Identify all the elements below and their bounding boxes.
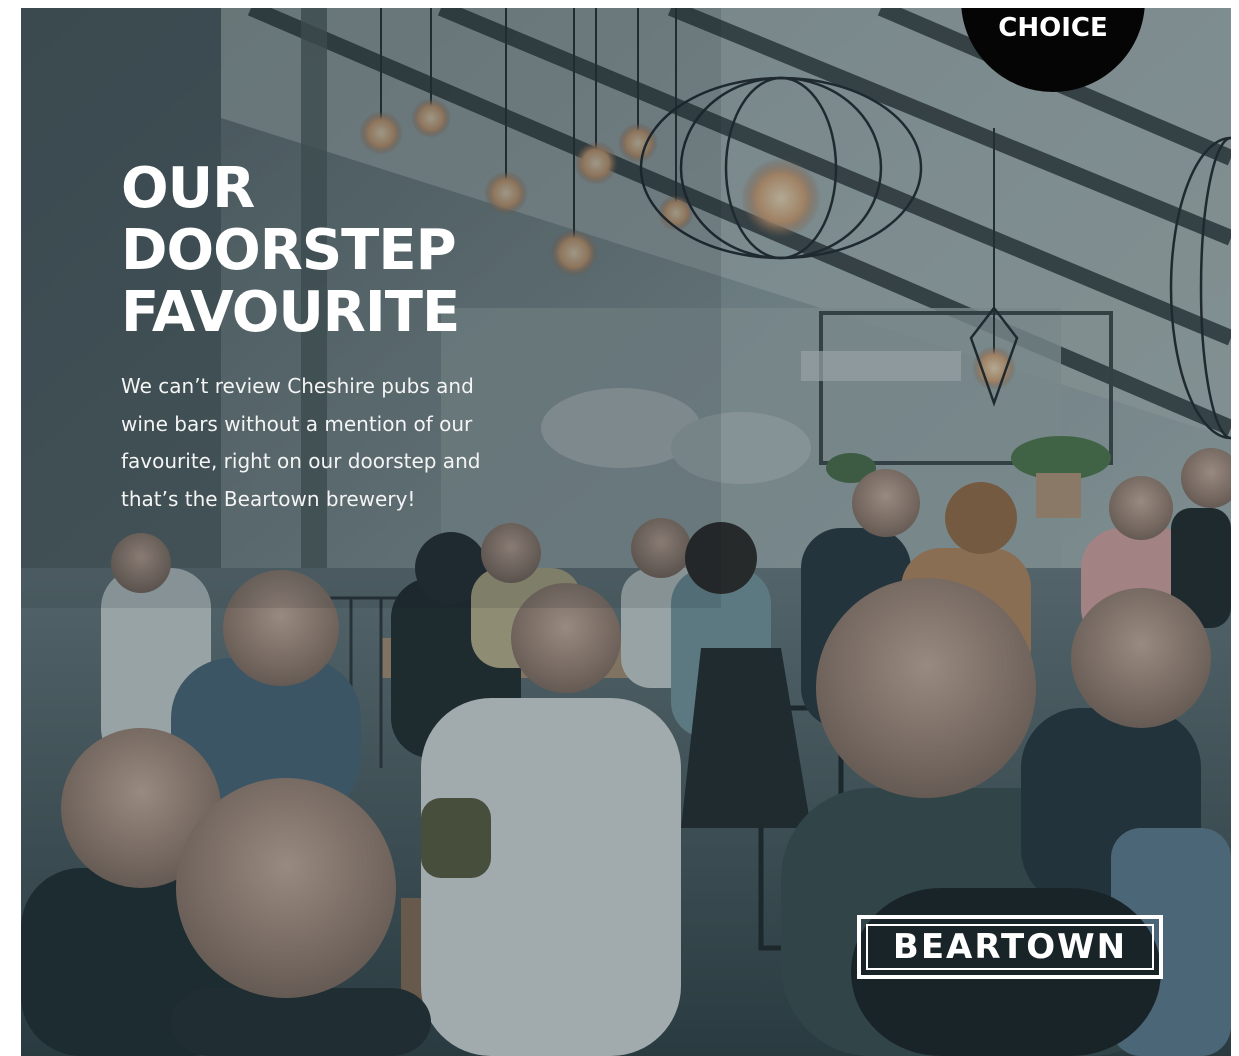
page: CHOICE OUR DOORSTEP FAVOURITE We can’t r…	[0, 0, 1239, 1056]
intro-line: that’s the Beartown brewery!	[121, 486, 416, 511]
logo-text: BEARTOWN	[892, 927, 1128, 967]
headline-line: FAVOURITE	[121, 280, 460, 345]
badge-label: CHOICE	[998, 13, 1108, 43]
hero-photo: CHOICE OUR DOORSTEP FAVOURITE We can’t r…	[21, 8, 1231, 1056]
headline: OUR DOORSTEP FAVOURITE	[121, 156, 460, 345]
intro-paragraph: We can’t review Cheshire pubs and wine b…	[121, 368, 541, 518]
headline-line: OUR	[121, 156, 255, 221]
intro-line: favourite, right on our doorstep and	[121, 449, 481, 473]
intro-line: We can’t review Cheshire pubs and	[121, 374, 474, 398]
headline-line: DOORSTEP	[121, 218, 457, 283]
beartown-logo: BEARTOWN	[857, 915, 1163, 979]
intro-line: wine bars without a mention of our	[121, 411, 473, 436]
